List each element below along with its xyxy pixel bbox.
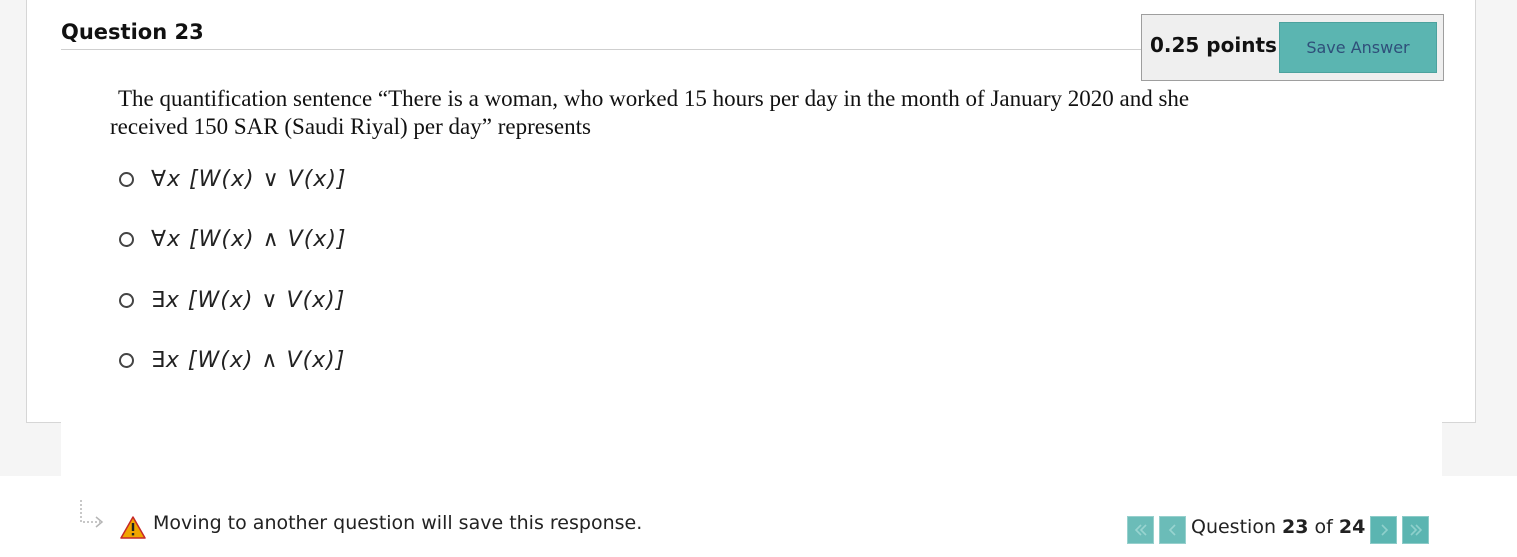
- return-arrow-icon: [78, 498, 106, 532]
- save-warning-text: Moving to another question will save thi…: [153, 512, 643, 534]
- current-question-number: 23: [1282, 516, 1309, 538]
- answer-option-2[interactable]: ∀x [W(x) ∧ V(x)]: [119, 222, 347, 256]
- answer-option-3[interactable]: ∃x [W(x) ∨ V(x)]: [119, 283, 345, 317]
- answer-option-label[interactable]: ∀x [W(x) ∧ V(x)]: [151, 227, 347, 252]
- question-title: Question 23: [61, 20, 204, 44]
- radio-button[interactable]: [119, 352, 134, 368]
- points-box: 0.25 points Save Answer: [1141, 14, 1444, 81]
- answer-option-label[interactable]: ∃x [W(x) ∨ V(x)]: [151, 288, 345, 313]
- double-chevron-right-icon: [1409, 521, 1423, 540]
- question-footer: Moving to another question will save thi…: [0, 476, 1517, 557]
- first-question-button[interactable]: [1127, 516, 1154, 544]
- question-text-line-1: The quantification sentence “There is a …: [118, 86, 1190, 111]
- chevron-right-icon: [1379, 521, 1389, 540]
- question-text-line-2: received 150 SAR (Saudi Riyal) per day” …: [110, 114, 591, 139]
- chevron-left-icon: [1168, 521, 1178, 540]
- radio-button[interactable]: [119, 292, 134, 308]
- answer-option-4[interactable]: ∃x [W(x) ∧ V(x)]: [119, 343, 345, 377]
- save-answer-button[interactable]: Save Answer: [1279, 22, 1437, 73]
- answer-option-label[interactable]: ∀x [W(x) ∨ V(x)]: [151, 167, 347, 192]
- question-panel: Question 23 0.25 points Save Answer The …: [61, 0, 1444, 476]
- total-questions: 24: [1338, 516, 1366, 538]
- radio-button[interactable]: [119, 171, 134, 187]
- answer-option-label[interactable]: ∃x [W(x) ∧ V(x)]: [151, 348, 345, 373]
- counter-separator: of: [1314, 516, 1333, 538]
- previous-question-button[interactable]: [1159, 516, 1186, 544]
- next-question-button[interactable]: [1370, 516, 1397, 544]
- points-value: 0.25 points: [1150, 33, 1277, 57]
- warning-triangle-icon: [120, 516, 146, 543]
- question-counter: Question 23 of 24: [1191, 516, 1365, 538]
- question-text: The quantification sentence “There is a …: [110, 85, 1370, 141]
- counter-prefix: Question: [1191, 516, 1276, 538]
- double-chevron-left-icon: [1134, 521, 1148, 540]
- last-question-button[interactable]: [1402, 516, 1429, 544]
- answer-option-1[interactable]: ∀x [W(x) ∨ V(x)]: [119, 162, 347, 196]
- title-divider: [61, 49, 1141, 50]
- radio-button[interactable]: [119, 231, 134, 247]
